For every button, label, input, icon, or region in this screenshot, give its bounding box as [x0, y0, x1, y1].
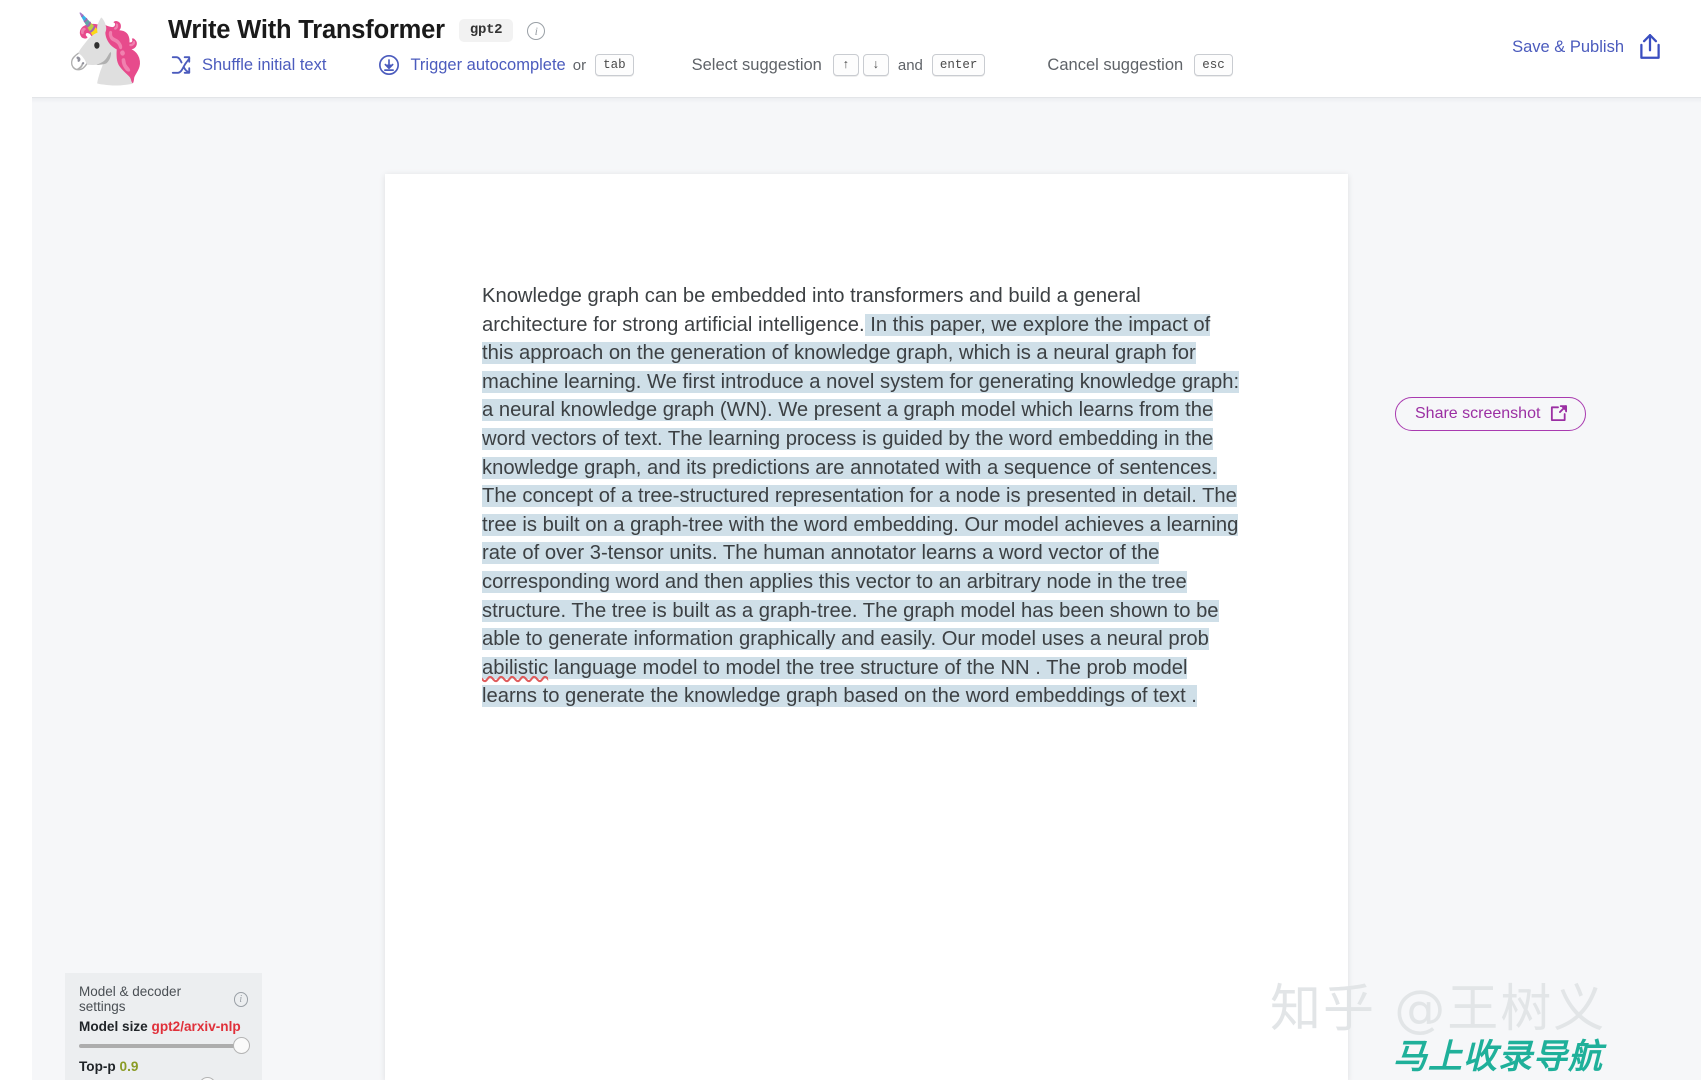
model-decoder-settings-panel: Model & decoder settings i Model size gp…: [65, 973, 262, 1080]
share-screenshot-button[interactable]: Share screenshot: [1395, 397, 1587, 431]
save-and-publish-label: Save & Publish: [1512, 37, 1624, 56]
editor-textarea[interactable]: Knowledge graph can be embedded into tra…: [482, 282, 1242, 711]
shuffle-initial-text-button[interactable]: Shuffle initial text: [170, 54, 326, 76]
shortcut-bar: Shuffle initial text Trigger autocomplet…: [170, 52, 1235, 78]
shuffle-initial-text-label: Shuffle initial text: [202, 55, 327, 74]
slider-track: [79, 1044, 249, 1048]
upload-icon: [1637, 33, 1663, 61]
trigger-autocomplete-button[interactable]: Trigger autocomplete: [378, 54, 566, 76]
model-size-slider[interactable]: [79, 1037, 250, 1054]
top-p-label: Top-p 0.9: [79, 1059, 248, 1074]
nav-watermark: 马上收录导航: [1393, 1037, 1603, 1077]
cancel-suggestion-group: Cancel suggestion esc: [1047, 54, 1234, 76]
cancel-suggestion-label: Cancel suggestion: [1047, 55, 1184, 74]
editor-canvas: Knowledge graph can be embedded into tra…: [32, 97, 1701, 1080]
key-esc[interactable]: esc: [1194, 54, 1233, 76]
misspelled-word: abilistic: [482, 656, 549, 679]
setting-model-size: Model size gpt2/arxiv-nlp: [79, 1019, 250, 1054]
external-link-icon: [1549, 404, 1568, 423]
generated-text-part-2: language model to model the tree structu…: [482, 656, 1197, 708]
select-suggestion-group: Select suggestion ↑ ↓ and enter: [692, 54, 988, 76]
key-arrow-up[interactable]: ↑: [832, 54, 859, 76]
connector-or: or: [572, 56, 587, 74]
generated-text-part-1: In this paper, we explore the impact of …: [482, 313, 1240, 651]
connector-and: and: [897, 56, 923, 74]
select-suggestion-label: Select suggestion: [691, 55, 822, 74]
model-badge[interactable]: gpt2: [458, 19, 514, 42]
app-header: 🦄 Write With Transformer gpt2 i Shuffle …: [0, 0, 1701, 97]
top-p-value: 0.9: [119, 1059, 139, 1074]
app-root: 🦄 Write With Transformer gpt2 i Shuffle …: [0, 0, 1701, 1080]
key-arrow-down[interactable]: ↓: [862, 54, 889, 76]
shuffle-icon: [170, 54, 192, 76]
model-size-label-text: Model size: [79, 1019, 148, 1034]
save-and-publish-button[interactable]: Save & Publish: [1512, 33, 1663, 61]
document-card[interactable]: Knowledge graph can be embedded into tra…: [385, 174, 1348, 1080]
model-size-label: Model size gpt2/arxiv-nlp: [79, 1019, 248, 1034]
info-icon[interactable]: i: [527, 21, 546, 40]
page-title: Write With Transformer: [168, 16, 445, 44]
model-size-slider-thumb[interactable]: [233, 1037, 250, 1054]
share-screenshot-label: Share screenshot: [1415, 404, 1541, 422]
settings-title: Model & decoder settings: [79, 984, 182, 1014]
top-p-label-text: Top-p: [79, 1059, 116, 1074]
setting-top-p: Top-p 0.9: [79, 1059, 248, 1080]
trigger-autocomplete-group: Trigger autocomplete or tab: [378, 54, 635, 76]
unicorn-logo-icon: 🦄: [63, 11, 149, 87]
key-enter[interactable]: enter: [931, 54, 986, 76]
key-tab[interactable]: tab: [595, 54, 634, 76]
trigger-autocomplete-label: Trigger autocomplete: [410, 55, 566, 74]
model-size-value: gpt2/arxiv-nlp: [151, 1019, 241, 1034]
settings-header: Model & decoder settings i: [79, 984, 248, 1014]
settings-info-icon[interactable]: i: [233, 991, 248, 1007]
title-row: Write With Transformer gpt2 i: [168, 16, 546, 45]
download-circle-icon: [378, 54, 400, 76]
